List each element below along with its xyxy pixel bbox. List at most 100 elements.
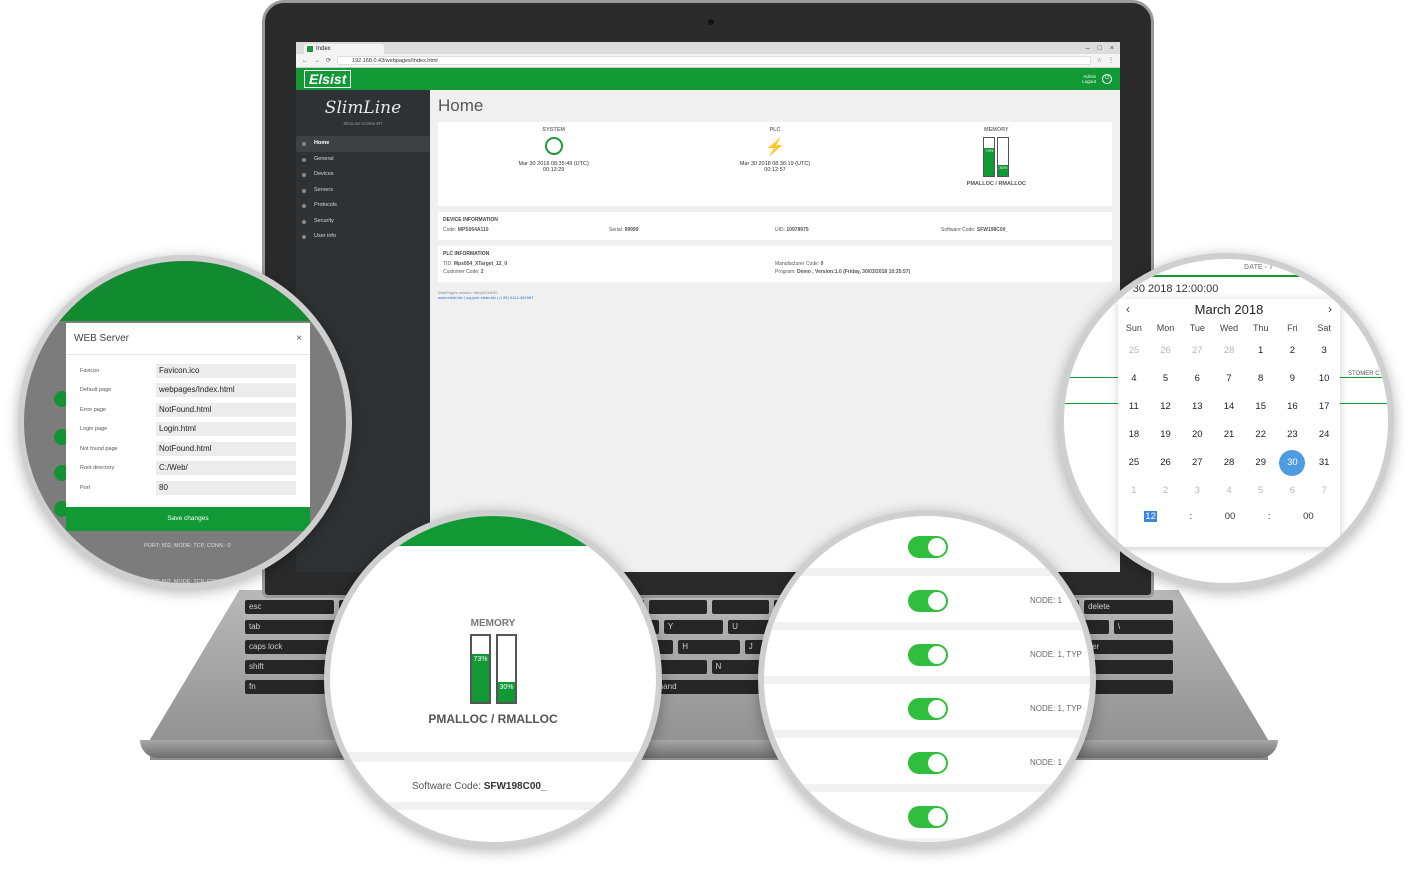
calendar-day[interactable]: 11 (1118, 393, 1150, 421)
calendar-day[interactable]: 18 (1118, 421, 1150, 449)
calendar-day[interactable]: 27 (1181, 449, 1213, 477)
second-field[interactable]: 00 (1303, 511, 1314, 522)
toggle-row (764, 792, 1090, 842)
laptop-front-edge (140, 740, 1278, 758)
chevron-right-icon[interactable]: › (1320, 302, 1340, 316)
calendar-day[interactable]: 26 (1150, 449, 1182, 477)
power-icon[interactable]: ⏻ (1102, 74, 1112, 84)
close-icon[interactable]: × (296, 333, 302, 344)
calendar-day[interactable]: 27 (1181, 337, 1213, 365)
logout-link[interactable]: Logout (1082, 79, 1096, 84)
calendar-day[interactable]: 1 (1118, 477, 1150, 505)
sidebar-item-servers[interactable]: Servers (296, 183, 430, 199)
calendar-day[interactable]: 28 (1213, 449, 1245, 477)
selected-day[interactable]: 30 (1277, 449, 1309, 477)
calendar-day[interactable]: 4 (1213, 477, 1245, 505)
calendar-day[interactable]: 13 (1181, 393, 1213, 421)
save-changes-button[interactable]: Save changes (66, 507, 310, 531)
favicon-field[interactable]: Favicon.ico (156, 363, 296, 378)
maximize-icon[interactable]: □ (1098, 44, 1102, 54)
memory-zoom-label: MEMORY (470, 618, 516, 629)
field-label: Error page (80, 406, 106, 413)
keyboard-key: tab (245, 620, 338, 634)
sidebar-item-home[interactable]: Home (296, 136, 430, 152)
calendar-day[interactable]: 19 (1150, 421, 1182, 449)
calendar-day[interactable]: 2 (1277, 337, 1309, 365)
sidebar-item-general[interactable]: General (296, 152, 430, 168)
calendar-day[interactable]: 3 (1308, 337, 1340, 365)
calendar-day[interactable]: 26 (1150, 337, 1182, 365)
day-number: 10 (1318, 373, 1330, 384)
divider (330, 752, 656, 762)
day-number: 16 (1287, 401, 1298, 412)
sidebar-item-user-info[interactable]: User info (296, 229, 430, 245)
minute-field[interactable]: 00 (1225, 511, 1236, 522)
calendar-day[interactable]: 17 (1308, 393, 1340, 421)
calendar-day[interactable]: 7 (1213, 365, 1245, 393)
hour-field[interactable]: 12 (1144, 511, 1157, 522)
enable-toggle[interactable] (908, 536, 948, 558)
calendar-day[interactable]: 5 (1150, 365, 1182, 393)
minimize-icon[interactable]: – (1086, 44, 1090, 54)
calendar-day[interactable]: 2 (1150, 477, 1182, 505)
enable-toggle[interactable] (908, 590, 948, 612)
calendar-day[interactable]: 7 (1308, 477, 1340, 505)
calendar-day[interactable]: 3 (1181, 477, 1213, 505)
calendar-day[interactable]: 12 (1150, 393, 1182, 421)
enable-toggle[interactable] (908, 752, 948, 774)
calendar-day[interactable]: 6 (1277, 477, 1309, 505)
modal-header: WEB Server × (66, 323, 310, 355)
calendar-day[interactable]: 6 (1181, 365, 1213, 393)
calendar-day[interactable]: 9 (1277, 365, 1309, 393)
calendar-day[interactable]: 28 (1213, 337, 1245, 365)
calendar-day[interactable]: 14 (1213, 393, 1245, 421)
browser-tab[interactable]: Index (304, 44, 384, 54)
calendar-day[interactable]: 25 (1118, 337, 1150, 365)
calendar-day[interactable]: 16 (1277, 393, 1309, 421)
close-icon[interactable]: × (1110, 44, 1114, 54)
default-page-field[interactable]: webpages/Index.html (156, 383, 296, 398)
calendar-day[interactable]: 31 (1308, 449, 1340, 477)
menu-icon[interactable]: ⋮ (1108, 57, 1114, 64)
star-icon[interactable]: ☆ (1097, 57, 1102, 64)
chevron-left-icon[interactable]: ‹ (1118, 302, 1138, 316)
toggle-row: NODE: 1 (764, 576, 1090, 630)
login-page-field[interactable]: Login.html (156, 422, 296, 437)
footer-links[interactable]: www.elsist.biz | support.elsist.biz | (+… (438, 295, 1112, 300)
error-page-field[interactable]: NotFound.html (156, 402, 296, 417)
calendar-day[interactable]: 8 (1245, 365, 1277, 393)
calendar-day[interactable]: 29 (1245, 449, 1277, 477)
pmalloc-fill: 73% (984, 148, 995, 176)
back-icon[interactable]: ← (302, 58, 308, 64)
day-number: 26 (1160, 345, 1171, 356)
calendar-day[interactable]: 25 (1118, 449, 1150, 477)
calendar-day[interactable]: 4 (1118, 365, 1150, 393)
url-field[interactable]: 192.168.0.43/webpages/Index.html (337, 56, 1091, 65)
calendar-day[interactable]: 24 (1308, 421, 1340, 449)
calendar-day[interactable]: 20 (1181, 421, 1213, 449)
forward-icon[interactable]: → (314, 58, 320, 64)
sidebar-item-devices[interactable]: Devices (296, 167, 430, 183)
calendar-day[interactable]: 22 (1245, 421, 1277, 449)
calendar-month[interactable]: March 2018 (1138, 302, 1320, 317)
field-label: Root directory (80, 465, 115, 472)
enable-toggle[interactable] (908, 698, 948, 720)
calendar-day[interactable]: 21 (1213, 421, 1245, 449)
calendar-day[interactable]: 15 (1245, 393, 1277, 421)
zoom-header-bar (24, 261, 346, 321)
root-directory-field[interactable]: C:/Web/ (156, 461, 296, 476)
calendar-day[interactable]: 10 (1308, 365, 1340, 393)
not-found-page-field[interactable]: NotFound.html (156, 441, 296, 456)
calendar-day[interactable]: 1 (1245, 337, 1277, 365)
keyboard-key: Y (663, 620, 724, 634)
sidebar-item-security[interactable]: Security (296, 214, 430, 230)
enable-toggle[interactable] (908, 644, 948, 666)
node-text: NODE: 1, TYP (1030, 650, 1082, 659)
enable-toggle[interactable] (908, 806, 948, 828)
port-field[interactable]: 80 (156, 480, 296, 495)
date-input[interactable]: r 30 2018 12:00:00 (1126, 283, 1218, 295)
reload-icon[interactable]: ⟳ (326, 57, 331, 64)
sidebar-item-protocols[interactable]: Protocols (296, 198, 430, 214)
calendar-day[interactable]: 23 (1277, 421, 1309, 449)
calendar-day[interactable]: 5 (1245, 477, 1277, 505)
